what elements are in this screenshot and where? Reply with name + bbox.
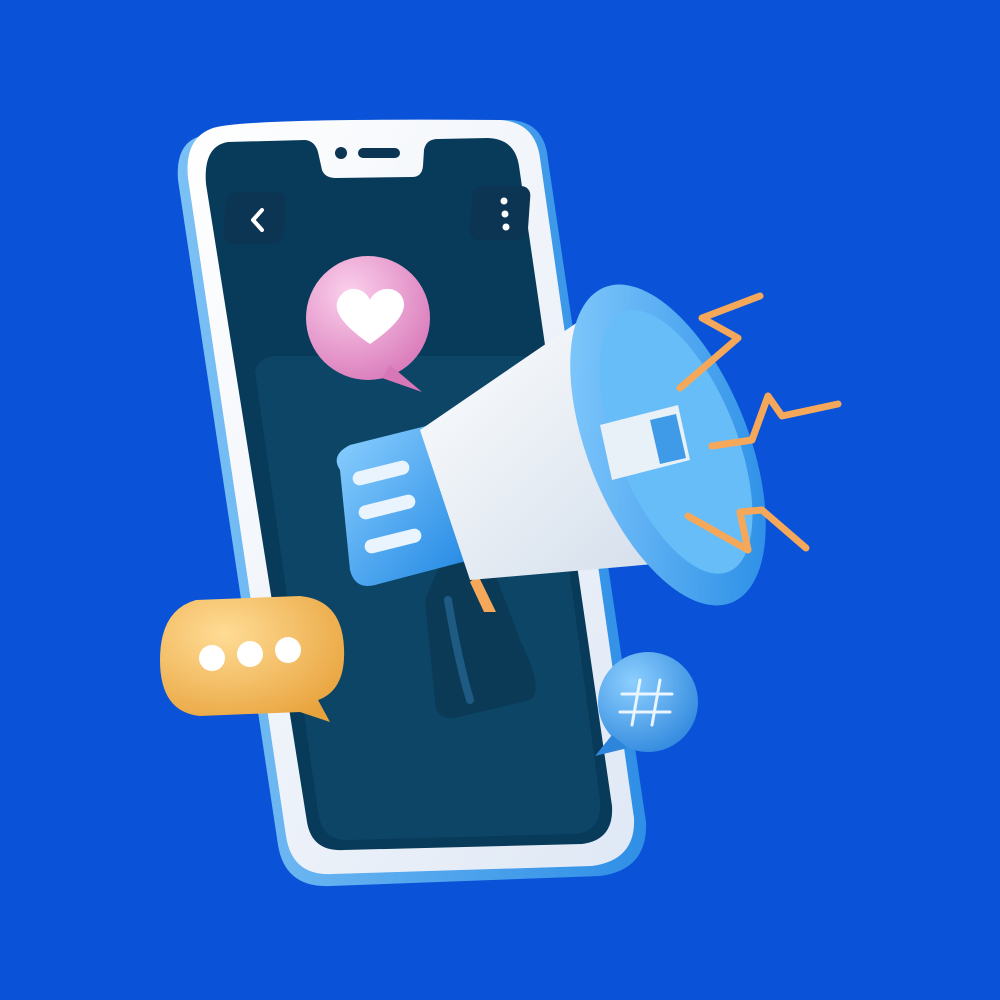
back-button[interactable] — [223, 192, 287, 244]
speaker-grill — [358, 148, 400, 158]
typing-bubble — [160, 596, 345, 722]
illustration-canvas — [0, 0, 1000, 1000]
more-options-button[interactable] — [469, 186, 531, 240]
front-camera — [335, 147, 347, 159]
illustration-svg — [160, 119, 842, 887]
